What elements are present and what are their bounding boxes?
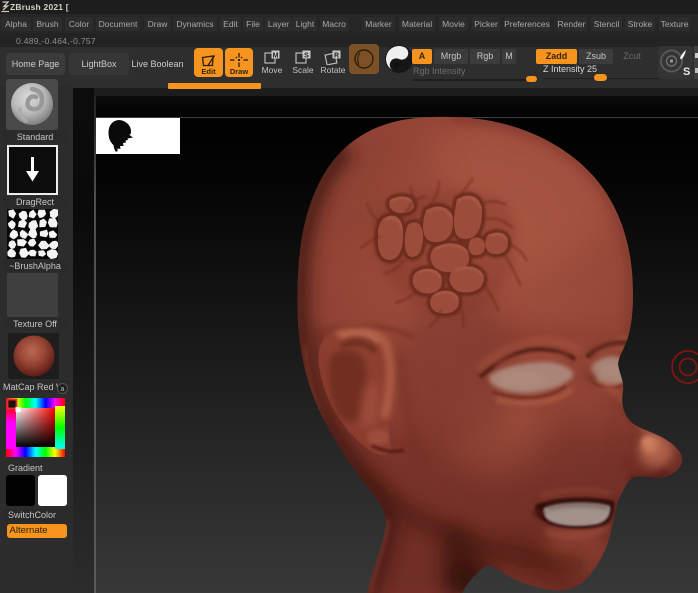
svg-text:S: S [304, 52, 309, 59]
svg-text:R: R [334, 52, 339, 59]
svg-text:M: M [273, 52, 279, 59]
svg-text:S: S [683, 66, 690, 78]
